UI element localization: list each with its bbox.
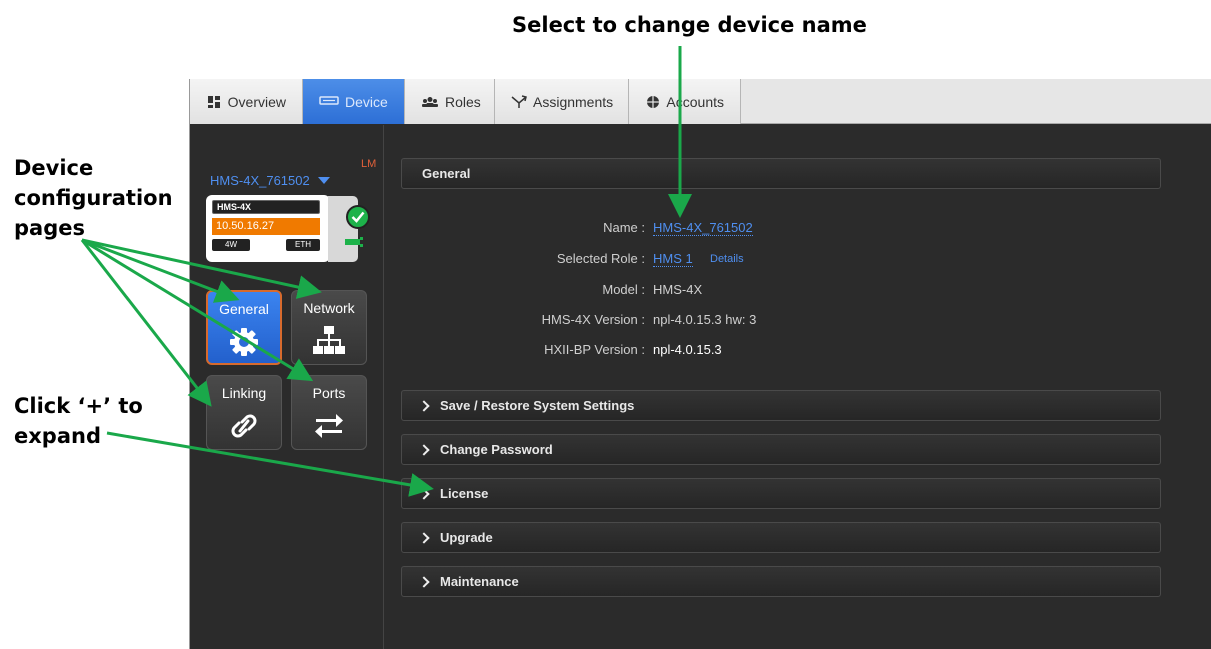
hms-version-value: npl-4.0.15.3 hw: 3 xyxy=(653,312,757,327)
device-card-name: HMS-4X xyxy=(212,200,320,214)
section-label: Save / Restore System Settings xyxy=(440,398,635,413)
globe-icon xyxy=(645,95,660,109)
section-label: Upgrade xyxy=(440,530,493,545)
selected-role-row: Selected Role : HMS 1 Details xyxy=(401,251,1161,271)
device-sidebar: LM HMS-4X_761502 HMS-4X 10.50.16.27 4W E… xyxy=(190,125,384,649)
nav-label: Network xyxy=(303,300,355,316)
dashboard-icon xyxy=(206,95,222,109)
device-selector-label: HMS-4X_761502 xyxy=(210,173,310,188)
section-label: Maintenance xyxy=(440,574,519,589)
hxii-version-value: npl-4.0.15.3 xyxy=(653,342,722,357)
section-change-password[interactable]: Change Password xyxy=(401,434,1161,465)
annotation-line: pages xyxy=(14,216,85,240)
device-card-4w-tag: 4W xyxy=(212,239,250,251)
name-label: Name : xyxy=(603,220,645,235)
nav-label: Linking xyxy=(221,385,267,401)
device-selector[interactable]: HMS-4X_761502 xyxy=(210,173,330,188)
annotation-click-expand: Click ‘+’ to expand xyxy=(14,391,184,451)
name-row: Name : HMS-4X_761502 xyxy=(401,220,1161,240)
ports-arrows-icon xyxy=(315,414,343,438)
hms-version-label: HMS-4X Version : xyxy=(541,312,645,327)
section-label: Change Password xyxy=(440,442,553,457)
annotation-line: Device xyxy=(14,156,94,180)
selected-role-label: Selected Role : xyxy=(556,251,645,266)
tab-assignments[interactable]: Assignments xyxy=(495,79,629,124)
tab-label: Assignments xyxy=(533,93,614,110)
annotation-device-config: Device configuration pages xyxy=(14,153,184,243)
hms-version-row: HMS-4X Version : npl-4.0.15.3 hw: 3 xyxy=(401,312,1161,332)
model-value: HMS-4X xyxy=(653,282,703,297)
section-label: License xyxy=(440,486,489,501)
annotation-line: Click ‘+’ to xyxy=(14,394,143,418)
assignments-icon xyxy=(511,94,527,109)
lm-indicator: LM xyxy=(361,158,377,170)
device-card-eth-tag: ETH xyxy=(286,239,320,251)
section-upgrade[interactable]: Upgrade xyxy=(401,522,1161,553)
model-label: Model : xyxy=(602,282,645,297)
hxii-version-row: HXII-BP Version : npl-4.0.15.3 xyxy=(401,342,1161,362)
app-window: Overview Device Roles Assignments Accoun… xyxy=(189,79,1211,649)
gear-icon xyxy=(230,328,258,356)
general-title: General xyxy=(422,166,471,181)
tab-roles[interactable]: Roles xyxy=(405,79,495,124)
ethernet-plug-icon xyxy=(345,237,363,247)
chevron-down-icon xyxy=(317,177,330,184)
nav-label: Ports xyxy=(312,385,346,401)
nav-general-button[interactable]: General xyxy=(206,290,282,365)
hxii-version-label: HXII-BP Version : xyxy=(544,342,645,357)
network-icon xyxy=(313,326,345,354)
users-icon xyxy=(421,95,439,109)
tab-bar: Overview Device Roles Assignments Accoun… xyxy=(190,79,1211,124)
chevron-right-icon xyxy=(418,443,430,456)
tab-device[interactable]: Device xyxy=(303,79,405,124)
chevron-right-icon xyxy=(418,487,430,500)
device-icon xyxy=(319,95,339,109)
tab-overview[interactable]: Overview xyxy=(190,79,303,124)
annotation-select-name: Select to change device name xyxy=(512,13,867,37)
device-card[interactable]: HMS-4X 10.50.16.27 4W ETH xyxy=(206,195,330,262)
nav-label: General xyxy=(219,301,269,317)
role-details-link[interactable]: Details xyxy=(710,253,744,265)
tab-label: Roles xyxy=(445,93,481,110)
device-card-ip: 10.50.16.27 xyxy=(212,218,320,235)
section-license[interactable]: License xyxy=(401,478,1161,509)
link-icon xyxy=(231,414,257,438)
nav-linking-button[interactable]: Linking xyxy=(206,375,282,450)
chevron-right-icon xyxy=(418,575,430,588)
tab-accounts[interactable]: Accounts xyxy=(629,79,741,124)
selected-role-link[interactable]: HMS 1 xyxy=(653,251,693,267)
annotation-line: configuration xyxy=(14,186,173,210)
device-name-link[interactable]: HMS-4X_761502 xyxy=(653,220,753,236)
chevron-right-icon xyxy=(418,531,430,544)
tab-label: Device xyxy=(345,93,388,110)
model-row: Model : HMS-4X xyxy=(401,282,1161,302)
annotation-line: expand xyxy=(14,424,101,448)
chevron-right-icon xyxy=(418,399,430,412)
nav-network-button[interactable]: Network xyxy=(291,290,367,365)
check-icon xyxy=(346,205,370,229)
nav-ports-button[interactable]: Ports xyxy=(291,375,367,450)
general-header: General xyxy=(401,158,1161,189)
section-save-restore[interactable]: Save / Restore System Settings xyxy=(401,390,1161,421)
tab-label: Overview xyxy=(227,93,286,110)
section-maintenance[interactable]: Maintenance xyxy=(401,566,1161,597)
tab-label: Accounts xyxy=(666,93,724,110)
